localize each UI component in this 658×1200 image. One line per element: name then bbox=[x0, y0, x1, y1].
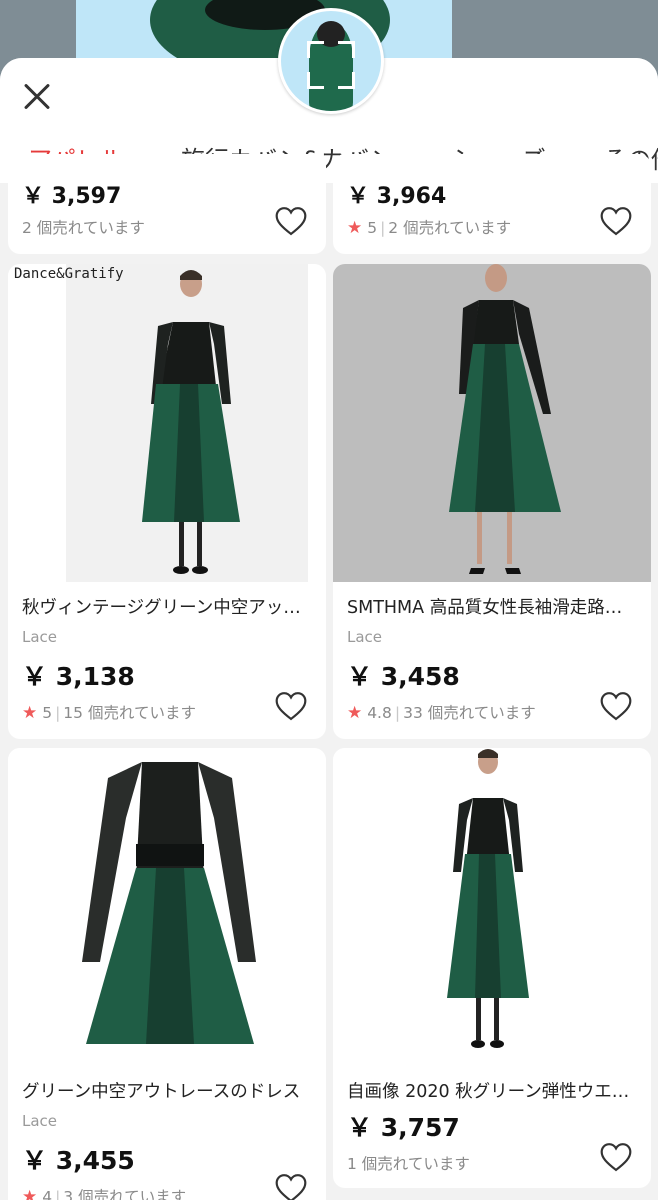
product-rating-row: ★ 4.8 | 33 個売れています bbox=[347, 703, 536, 723]
product-sold-count: 3 個売れています bbox=[63, 1188, 187, 1200]
image-search-thumbnail[interactable] bbox=[278, 8, 384, 114]
product-title: 秋ヴィンテージグリーン中空アップリケレースドレス bbox=[22, 598, 314, 618]
product-brand: Lace bbox=[22, 1112, 58, 1130]
product-card[interactable]: SMTHMA 高品質女性長袖滑走路ドレス Lace ￥ 3,458 ★ 4.8 |… bbox=[333, 264, 651, 739]
star-icon: ★ bbox=[347, 218, 363, 238]
product-brand: Lace bbox=[347, 628, 383, 646]
heart-icon[interactable] bbox=[274, 1173, 308, 1200]
product-image bbox=[8, 748, 326, 1066]
heart-icon[interactable] bbox=[274, 206, 308, 236]
product-rating-row: ★ 4 | 3 個売れています bbox=[22, 1185, 186, 1200]
product-price: ￥ 3,138 bbox=[22, 662, 135, 691]
star-icon: ★ bbox=[22, 703, 38, 723]
product-price: ￥ 3,757 bbox=[347, 1113, 460, 1142]
product-rating: 5 bbox=[42, 704, 53, 722]
product-sold-count: 1 個売れています bbox=[347, 1155, 470, 1173]
product-price: ￥ 3,458 bbox=[347, 662, 460, 691]
product-title: グリーン中空アウトレースのドレス bbox=[22, 1082, 301, 1102]
product-price: ￥ 3,597 bbox=[22, 184, 122, 209]
product-card-cropped-left[interactable]: ￥ 3,597 2 個売れています bbox=[8, 154, 326, 254]
product-rating-row: ★ 5 | 15 個売れています bbox=[22, 703, 196, 723]
star-icon: ★ bbox=[347, 703, 363, 723]
product-brand: Lace bbox=[22, 628, 58, 646]
product-sold-count: 15 個売れています bbox=[63, 704, 196, 722]
product-price: ￥ 3,455 bbox=[22, 1146, 135, 1175]
heart-icon[interactable] bbox=[274, 691, 308, 721]
product-image bbox=[333, 748, 651, 1066]
product-sold-count: 2 個売れています bbox=[22, 219, 145, 237]
product-rating-row: ★ 5 | 2 個売れています bbox=[347, 218, 512, 238]
product-image bbox=[8, 264, 326, 582]
close-icon[interactable] bbox=[22, 82, 52, 112]
star-icon: ★ bbox=[22, 1187, 38, 1200]
product-title: 自画像 2020 秋グリーン弾性ウエストドレス bbox=[347, 1082, 639, 1102]
image-watermark: Dance&Gratify bbox=[14, 266, 124, 282]
product-rating: 4 bbox=[42, 1188, 53, 1200]
product-card[interactable]: 自画像 2020 秋グリーン弾性ウエストドレス ￥ 3,757 1 個売れていま… bbox=[333, 748, 651, 1188]
product-rating: 4.8 bbox=[367, 704, 392, 722]
product-price: ￥ 3,964 bbox=[347, 184, 447, 209]
search-results-sheet: アパレル 旅行カバン&カバン シューズ その他 ￥ 3,597 2 個売れていま… bbox=[0, 58, 658, 1200]
product-image bbox=[333, 264, 651, 582]
product-sold-count: 33 個売れています bbox=[403, 704, 536, 722]
product-card[interactable]: Dance&Gratify 秋ヴィンテージグリーン中空アップリケレースドレス L… bbox=[8, 264, 326, 739]
product-card[interactable]: グリーン中空アウトレースのドレス Lace ￥ 3,455 ★ 4 | 3 個売れて… bbox=[8, 748, 326, 1200]
product-card-cropped-right[interactable]: ￥ 3,964 ★ 5 | 2 個売れています bbox=[333, 154, 651, 254]
product-title: SMTHMA 高品質女性長袖滑走路ドレス bbox=[347, 598, 639, 618]
heart-icon[interactable] bbox=[599, 691, 633, 721]
heart-icon[interactable] bbox=[599, 206, 633, 236]
product-rating: 5 bbox=[367, 219, 378, 237]
product-sold-count: 2 個売れています bbox=[388, 219, 512, 237]
heart-icon[interactable] bbox=[599, 1142, 633, 1172]
